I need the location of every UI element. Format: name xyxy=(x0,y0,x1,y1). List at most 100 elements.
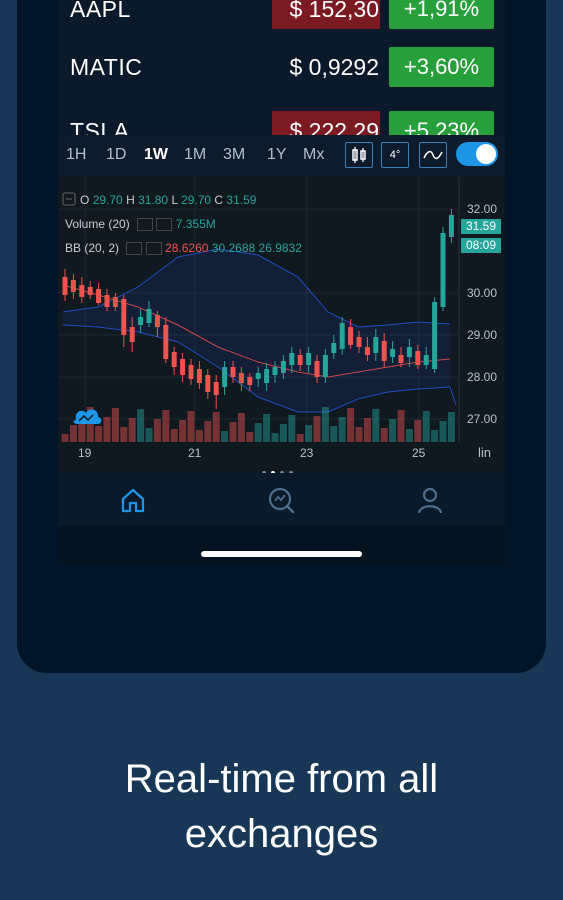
candle-body xyxy=(255,373,261,379)
volume-bar xyxy=(422,411,430,442)
volume-bar xyxy=(95,426,103,442)
volume-bar xyxy=(347,408,355,442)
home-indicator[interactable] xyxy=(201,551,362,557)
bb-legend: BB (20, 2) 28.6260 30.2688 26.9832 xyxy=(65,241,302,256)
volume-bar xyxy=(120,427,128,442)
user-icon[interactable] xyxy=(415,485,445,515)
candlestick-icon xyxy=(352,147,366,163)
candle-body xyxy=(62,277,68,295)
candle-body xyxy=(154,315,160,327)
symbol-label: TSLA xyxy=(70,118,130,135)
bottom-navigation xyxy=(58,473,505,526)
volume-bar xyxy=(204,421,212,442)
candle-body xyxy=(180,359,186,375)
y-tick: 32.00 xyxy=(467,202,498,216)
indicators-button[interactable]: 4° xyxy=(381,142,409,168)
volume-bar xyxy=(313,416,321,442)
volume-legend: Volume (20) 7.355M xyxy=(65,217,216,232)
volume-bar xyxy=(69,425,77,442)
candle-body xyxy=(272,367,278,375)
timeframe-1h[interactable]: 1H xyxy=(66,146,86,164)
change-badge[interactable]: +5,23% xyxy=(389,111,494,135)
candle-body xyxy=(146,309,152,323)
candle-body xyxy=(129,327,135,342)
candle-body xyxy=(222,367,228,387)
candle-body xyxy=(87,287,93,295)
volume-bar xyxy=(431,430,439,442)
candle-body xyxy=(314,361,320,377)
candle-body xyxy=(356,337,362,347)
candle-body xyxy=(96,289,102,303)
timeframe-1m[interactable]: 1M xyxy=(184,146,206,164)
y-tick: 28.00 xyxy=(467,370,498,384)
volume-bar xyxy=(355,427,363,442)
volume-bar xyxy=(137,409,145,442)
line-chart-button[interactable] xyxy=(419,142,447,168)
candle-body xyxy=(238,373,244,383)
volume-bar xyxy=(221,431,229,442)
candle-body xyxy=(415,351,421,365)
timeframe-1d[interactable]: 1D xyxy=(106,146,126,164)
app-screen: AAPL $ 152,30 +1,91% MATIC $ 0,9292 +3,6… xyxy=(58,0,505,565)
line-chart-icon xyxy=(423,150,443,160)
timeframe-max[interactable]: Mx xyxy=(303,146,324,164)
settings-icon[interactable] xyxy=(156,218,173,232)
volume-bar xyxy=(145,428,153,442)
candle-body xyxy=(230,367,236,377)
volume-bar xyxy=(61,434,69,442)
candle-body xyxy=(440,233,446,307)
candle-body xyxy=(398,355,404,363)
volume-bar xyxy=(330,426,338,442)
volume-bar xyxy=(338,417,346,442)
candle-body xyxy=(79,285,85,297)
y-tick: 30.00 xyxy=(467,286,498,300)
timeframe-1y[interactable]: 1Y xyxy=(267,146,287,164)
scale-mode-label[interactable]: lin xyxy=(478,445,491,460)
candlestick-button[interactable] xyxy=(345,142,373,168)
change-badge[interactable]: +1,91% xyxy=(389,0,494,29)
last-price-tag: 31.59 xyxy=(461,219,501,234)
home-icon[interactable] xyxy=(118,485,148,515)
candle-body xyxy=(364,347,370,355)
candle-body xyxy=(306,353,312,365)
price-value: $ 222,29 xyxy=(289,118,379,135)
watchlist-row-tsla[interactable]: TSLA $ 222,29 +5,23% xyxy=(58,104,505,135)
volume-bar xyxy=(263,414,271,442)
volume-bar xyxy=(414,420,422,442)
candle-body xyxy=(448,215,454,237)
candle-body xyxy=(280,361,286,373)
y-tick: 27.00 xyxy=(467,412,498,426)
volume-bar xyxy=(111,408,119,442)
candle-body xyxy=(171,352,177,367)
candle-body xyxy=(322,355,328,377)
candle-body xyxy=(104,295,110,307)
volume-bar xyxy=(128,418,136,442)
volume-bar xyxy=(397,410,405,442)
candle-body xyxy=(196,369,202,383)
volume-bar xyxy=(447,412,455,442)
chart-toolbar: 1H 1D 1W 1M 3M 1Y Mx 4° xyxy=(58,135,505,175)
eye-icon[interactable] xyxy=(137,218,154,232)
volume-bar xyxy=(179,420,187,442)
volume-bar xyxy=(187,411,195,442)
x-tick: 19 xyxy=(78,446,92,460)
x-tick: 23 xyxy=(300,446,314,460)
watchlist-row-aapl[interactable]: AAPL $ 152,30 +1,91% xyxy=(58,0,505,40)
eye-icon[interactable] xyxy=(126,242,143,256)
candle-body xyxy=(289,353,295,365)
search-chart-icon[interactable] xyxy=(266,485,296,515)
timeframe-3m[interactable]: 3M xyxy=(223,146,245,164)
volume-bar xyxy=(405,429,413,442)
watchlist-row-matic[interactable]: MATIC $ 0,9292 +3,60% xyxy=(58,40,505,98)
candle-body xyxy=(432,302,438,369)
candle-body xyxy=(112,297,118,307)
settings-icon[interactable] xyxy=(145,242,162,256)
volume-bar xyxy=(321,407,329,442)
chart-mode-toggle[interactable] xyxy=(456,142,498,166)
x-tick: 21 xyxy=(188,446,202,460)
volume-bar xyxy=(288,415,296,442)
timeframe-1w[interactable]: 1W xyxy=(144,146,168,164)
countdown-tag: 08:09 xyxy=(461,238,501,253)
change-badge[interactable]: +3,60% xyxy=(389,47,494,87)
price-chart[interactable]: O 29.70 H 31.80 L 29.70 C 31.59 Volume (… xyxy=(58,177,505,475)
